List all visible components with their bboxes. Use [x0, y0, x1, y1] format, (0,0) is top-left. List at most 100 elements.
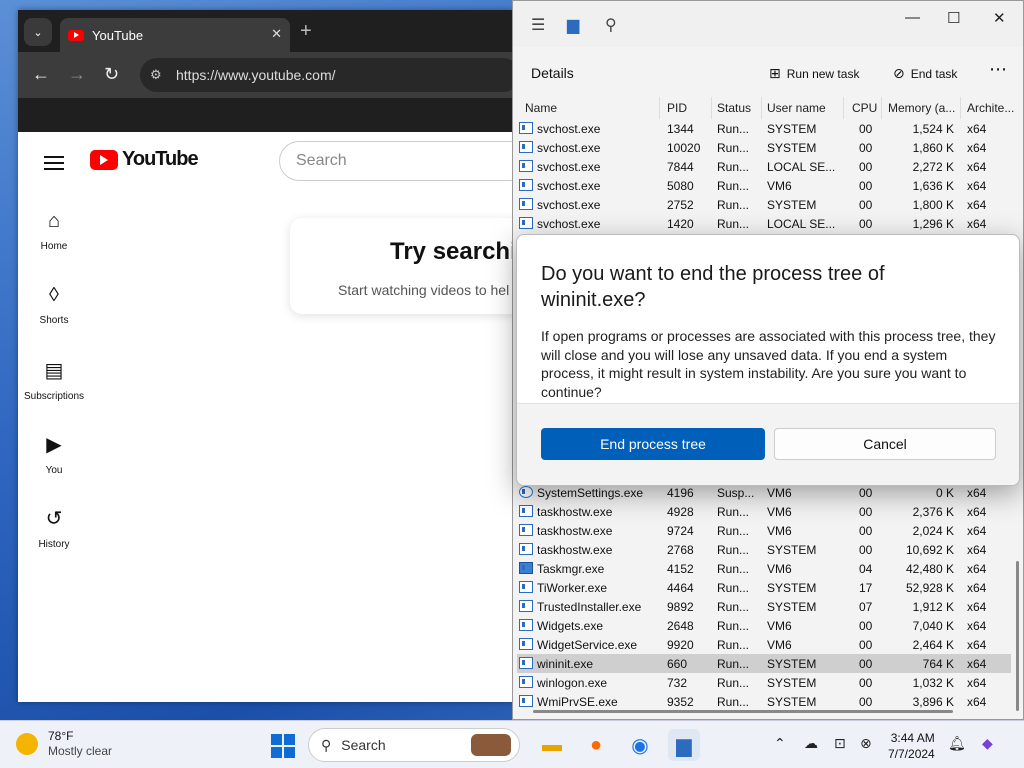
tab-youtube[interactable]: YouTube ✕	[60, 18, 290, 52]
process-user: VM6	[767, 179, 792, 193]
table-row[interactable]: svchost.exe 5080 Run... VM6 00 1,636 K x64	[517, 176, 1011, 195]
process-arch: x64	[967, 486, 987, 500]
network-icon[interactable]: ⊡	[834, 735, 846, 752]
process-icon	[519, 217, 533, 229]
section-title: Details	[531, 65, 574, 81]
process-arch: x64	[967, 657, 987, 671]
column-header-user[interactable]: User name	[767, 101, 826, 115]
process-cpu: 07	[859, 600, 873, 614]
title-bar: ☰ ▆ ⚲ — ☐ ✕	[513, 1, 1023, 47]
process-pid: 1420	[667, 217, 694, 231]
more-options-icon[interactable]: ⋯	[989, 59, 1007, 80]
table-row[interactable]: Taskmgr.exe 4152 Run... VM6 04 42,480 K x64	[517, 559, 1011, 578]
taskbar-search[interactable]: ⚲ Search	[308, 728, 520, 762]
reload-button[interactable]: ↻	[104, 64, 119, 85]
file-explorer-icon[interactable]: ▬	[536, 729, 568, 761]
process-user: LOCAL SE...	[767, 160, 836, 174]
new-tab-button[interactable]: +	[300, 20, 312, 43]
column-header-name[interactable]: Name	[525, 101, 557, 115]
table-row[interactable]: svchost.exe 10020 Run... SYSTEM 00 1,860 K x64	[517, 138, 1011, 157]
maximize-button[interactable]: ☐	[947, 9, 960, 27]
process-table-continued: SystemSettings.exe 4196 Susp... VM6 00 0 K x64…	[517, 483, 1011, 711]
table-row[interactable]: svchost.exe 1344 Run... SYSTEM 00 1,524 K x64	[517, 119, 1011, 138]
column-header-pid[interactable]: PID	[667, 101, 687, 115]
table-row[interactable]: WidgetService.exe 9920 Run... VM6 00 2,464 K x…	[517, 635, 1011, 654]
clock[interactable]: 3:44 AM 7/7/2024	[888, 730, 935, 762]
tab-search-dropdown[interactable]: ⌄	[24, 18, 52, 46]
sidebar-item-subscriptions[interactable]: ▤ Subscriptions	[18, 358, 90, 402]
process-user: LOCAL SE...	[767, 217, 836, 231]
volume-muted-icon[interactable]: ⊗	[860, 735, 872, 752]
table-row[interactable]: svchost.exe 2752 Run... SYSTEM 00 1,800 K x64	[517, 195, 1011, 214]
sidebar-item-home[interactable]: ⌂ Home	[18, 210, 90, 252]
process-cpu: 00	[859, 217, 873, 231]
end-task-button[interactable]: ⊘ End task	[893, 65, 957, 82]
chrome-icon[interactable]: ◉	[624, 729, 656, 761]
weather-widget[interactable]: 78°F Mostly clear	[16, 729, 112, 759]
task-manager-taskbar-icon[interactable]: ▆	[668, 729, 700, 761]
process-pid: 10020	[667, 141, 701, 155]
clock-date: 7/7/2024	[888, 747, 935, 761]
table-row[interactable]: taskhostw.exe 4928 Run... VM6 00 2,376 K x64	[517, 502, 1011, 521]
process-status: Run...	[717, 141, 750, 155]
process-pid: 732	[667, 676, 688, 690]
table-row[interactable]: Widgets.exe 2648 Run... VM6 00 7,040 K x64	[517, 616, 1011, 635]
copilot-icon[interactable]: ◆	[982, 735, 993, 752]
firefox-icon[interactable]: ●	[580, 729, 612, 761]
subscriptions-icon: ▤	[44, 360, 64, 382]
youtube-logo[interactable]: YouTube	[90, 148, 199, 171]
back-button[interactable]: ←	[32, 64, 50, 85]
table-row[interactable]: winlogon.exe 732 Run... SYSTEM 00 1,032 K x64	[517, 673, 1011, 692]
process-status: Run...	[717, 619, 750, 633]
address-bar[interactable]: ⚙ https://www.youtube.com/	[140, 58, 514, 92]
process-memory: 1,296 K	[912, 217, 954, 231]
close-button[interactable]: ✕	[993, 9, 1006, 27]
show-hidden-icons-icon[interactable]: ⌃	[774, 735, 786, 752]
process-pid: 2752	[667, 198, 694, 212]
process-cpu: 00	[859, 638, 873, 652]
process-user: SYSTEM	[767, 600, 817, 614]
table-row[interactable]: taskhostw.exe 9724 Run... VM6 00 2,024 K x64	[517, 521, 1011, 540]
close-tab-icon[interactable]: ✕	[271, 26, 282, 42]
table-row[interactable]: wininit.exe 660 Run... SYSTEM 00 764 K x64	[517, 654, 1011, 673]
site-settings-icon[interactable]: ⚙	[150, 67, 162, 83]
end-process-tree-button[interactable]: End process tree	[541, 428, 765, 460]
process-cpu: 00	[859, 543, 873, 557]
table-row[interactable]: taskhostw.exe 2768 Run... SYSTEM 00 10,692 K x…	[517, 540, 1011, 559]
youtube-logo-icon	[90, 149, 118, 170]
process-arch: x64	[967, 179, 987, 193]
table-row[interactable]: svchost.exe 1420 Run... LOCAL SE... 00 1,296 …	[517, 214, 1011, 233]
dialog-title: Do you want to end the process tree of w…	[541, 263, 885, 311]
hamburger-menu-icon[interactable]: ☰	[531, 15, 545, 35]
horizontal-scrollbar[interactable]	[533, 710, 953, 713]
column-header-architecture[interactable]: Archite...	[967, 101, 1014, 115]
weather-moon-icon	[16, 733, 38, 755]
process-status: Run...	[717, 160, 750, 174]
youtube-logo-text: YouTube	[122, 148, 199, 170]
search-icon[interactable]: ⚲	[605, 15, 617, 35]
sidebar-item-history[interactable]: ↺ History	[18, 506, 90, 550]
start-button[interactable]	[271, 734, 295, 758]
process-name: taskhostw.exe	[537, 524, 613, 538]
cancel-button[interactable]: Cancel	[774, 428, 996, 460]
table-row[interactable]: TiWorker.exe 4464 Run... SYSTEM 17 52,928 K x6…	[517, 578, 1011, 597]
table-row[interactable]: WmiPrvSE.exe 9352 Run... SYSTEM 00 3,896 K x64	[517, 692, 1011, 711]
table-row[interactable]: svchost.exe 7844 Run... LOCAL SE... 00 2,272 …	[517, 157, 1011, 176]
column-header-cpu[interactable]: CPU	[852, 101, 877, 115]
onedrive-icon[interactable]: ☁	[804, 735, 818, 752]
sidebar-item-you[interactable]: ▶ You	[18, 432, 90, 476]
forward-button[interactable]: →	[68, 64, 86, 85]
table-row[interactable]: TrustedInstaller.exe 9892 Run... SYSTEM 07 1,…	[517, 597, 1011, 616]
run-new-task-button[interactable]: ⊞ Run new task	[769, 65, 859, 82]
notifications-bell-icon[interactable]: 🔔︎	[948, 735, 966, 752]
column-header-status[interactable]: Status	[717, 101, 751, 115]
sidebar-label: History	[38, 539, 70, 550]
vertical-scrollbar[interactable]	[1016, 561, 1019, 711]
process-pid: 5080	[667, 179, 694, 193]
menu-icon[interactable]	[44, 152, 64, 174]
column-header-memory[interactable]: Memory (a...	[888, 101, 955, 115]
sidebar-item-shorts[interactable]: ◊ Shorts	[18, 284, 90, 326]
minimize-button[interactable]: —	[905, 9, 920, 26]
youtube-search-input[interactable]: Search	[279, 141, 514, 181]
process-arch: x64	[967, 600, 987, 614]
